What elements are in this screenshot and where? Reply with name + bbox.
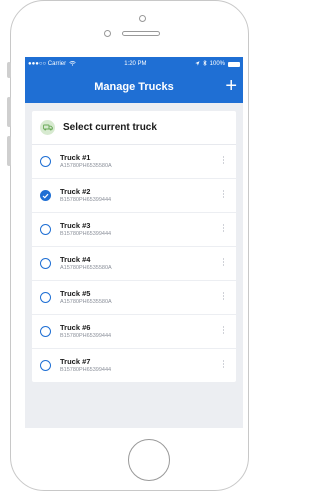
radio-unchecked-icon[interactable] [40, 258, 51, 269]
truck-row[interactable]: Truck #4 A15780PH6535580A [32, 247, 236, 281]
truck-row[interactable]: Truck #1 A15780PH6535580A [32, 145, 236, 179]
card-header: Select current truck [32, 111, 236, 145]
nav-bar: Manage Trucks + [25, 71, 243, 103]
carrier-label: ●●●○○ Carrier [28, 61, 67, 67]
more-options-icon[interactable] [222, 292, 224, 300]
front-camera [104, 30, 111, 37]
more-options-icon[interactable] [222, 360, 224, 368]
truck-id: B15780PH65399444 [60, 231, 112, 237]
truck-id: A15780PH6535580A [60, 299, 112, 305]
truck-id: A15780PH6535580A [60, 265, 112, 271]
card-title: Select current truck [63, 122, 157, 133]
truck-info: Truck #1 A15780PH6535580A [60, 153, 112, 170]
battery-label: 100% [209, 61, 225, 67]
volume-up-button [7, 97, 11, 127]
truck-name: Truck #2 [60, 187, 91, 196]
truck-list-card: Select current truck Truck #1 A15780PH653… [32, 111, 236, 382]
truck-info: Truck #6 B15780PH65399444 [60, 323, 111, 340]
battery-icon [228, 61, 240, 67]
truck-id: A15780PH6535580A [60, 163, 112, 169]
camera-dot [139, 15, 146, 22]
truck-icon [40, 120, 55, 135]
truck-row[interactable]: Truck #5 A15780PH6535580A [32, 281, 236, 315]
truck-info: Truck #3 B15780PH65399444 [60, 221, 111, 238]
radio-unchecked-icon[interactable] [40, 156, 51, 167]
radio-unchecked-icon[interactable] [40, 326, 51, 337]
truck-id: B15780PH65399444 [60, 367, 112, 373]
truck-info: Truck #4 A15780PH6535580A [60, 255, 112, 272]
more-options-icon[interactable] [222, 156, 224, 164]
radio-unchecked-icon[interactable] [40, 224, 51, 235]
truck-info: Truck #5 A15780PH6535580A [60, 289, 112, 306]
truck-row[interactable]: Truck #7 B15780PH65399444 [32, 349, 236, 382]
truck-row[interactable]: Truck #6 B15780PH65399444 [32, 315, 236, 349]
speaker-grill [122, 31, 160, 36]
bluetooth-icon [202, 59, 207, 68]
mute-switch [7, 62, 11, 78]
app-screen: ●●●○○ Carrier 1:20 PM 100% Manage Trucks… [25, 57, 243, 428]
radio-unchecked-icon[interactable] [40, 360, 51, 371]
more-options-icon[interactable] [222, 224, 224, 232]
add-truck-button[interactable]: + [225, 75, 237, 97]
truck-id: B15780PH65399444 [60, 333, 112, 339]
radio-checked-icon[interactable] [40, 190, 51, 201]
truck-name: Truck #6 [60, 323, 91, 332]
more-options-icon[interactable] [222, 190, 224, 198]
radio-unchecked-icon[interactable] [40, 292, 51, 303]
home-button[interactable] [128, 439, 170, 481]
truck-id: B15780PH65399444 [60, 197, 112, 203]
more-options-icon[interactable] [222, 326, 224, 334]
status-bar: ●●●○○ Carrier 1:20 PM 100% [25, 57, 243, 71]
truck-name: Truck #4 [60, 255, 91, 264]
truck-row[interactable]: Truck #2 B15780PH65399444 [32, 179, 236, 213]
truck-name: Truck #5 [60, 289, 91, 298]
status-time: 1:20 PM [124, 61, 147, 67]
truck-name: Truck #1 [60, 153, 91, 162]
volume-down-button [7, 136, 11, 166]
location-icon [194, 60, 200, 68]
more-options-icon[interactable] [222, 258, 224, 266]
page-title: Manage Trucks [94, 81, 174, 93]
truck-list: Truck #1 A15780PH6535580A Truck #2 B15780PH… [32, 145, 236, 382]
truck-info: Truck #7 B15780PH65399444 [60, 357, 111, 374]
truck-row[interactable]: Truck #3 B15780PH65399444 [32, 213, 236, 247]
wifi-icon [69, 60, 76, 68]
truck-name: Truck #3 [60, 221, 91, 230]
truck-name: Truck #7 [60, 357, 91, 366]
truck-info: Truck #2 B15780PH65399444 [60, 187, 111, 204]
